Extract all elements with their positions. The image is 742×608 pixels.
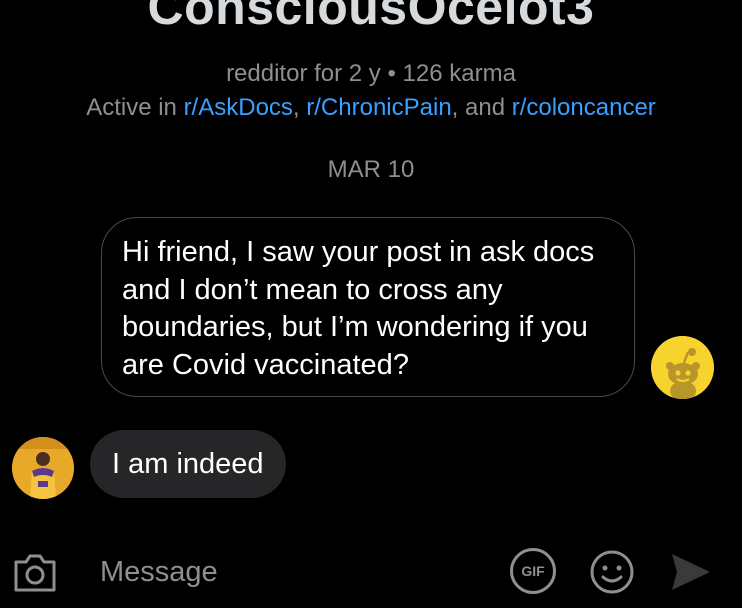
- snoo-avatar-graphic: [651, 336, 714, 399]
- camera-icon[interactable]: [12, 550, 58, 594]
- send-graphic: [672, 554, 710, 590]
- active-communities: Active in r/AskDocs, r/ChronicPain, and …: [0, 94, 742, 122]
- outgoing-message-bubble[interactable]: Hi friend, I saw your post in ask docs a…: [101, 217, 635, 397]
- separator: ,: [292, 94, 307, 121]
- community-link-coloncancer[interactable]: r/coloncancer: [512, 94, 656, 121]
- profile-username[interactable]: ConsciousOcelot3: [0, 0, 742, 36]
- profile-meta: redditor for 2 y • 126 karma: [226, 60, 516, 87]
- emoji-graphic: [590, 550, 634, 594]
- snoo-avatar-icon[interactable]: [651, 336, 714, 399]
- date-divider: MAR 10: [327, 156, 415, 183]
- message-input[interactable]: [100, 552, 480, 592]
- message-composer: GIF: [0, 536, 742, 608]
- gif-icon[interactable]: GIF: [510, 548, 556, 594]
- active-prefix: Active in: [86, 94, 184, 121]
- community-link-chronicpain[interactable]: r/ChronicPain: [306, 94, 451, 121]
- user-avatar-graphic: [12, 437, 74, 499]
- and-separator: , and: [451, 94, 512, 121]
- camera-graphic: [14, 554, 56, 592]
- incoming-message-bubble[interactable]: I am indeed: [90, 430, 286, 498]
- user-avatar[interactable]: [12, 437, 74, 499]
- send-icon[interactable]: [668, 552, 712, 592]
- emoji-icon[interactable]: [589, 549, 635, 595]
- community-link-askdocs[interactable]: r/AskDocs: [184, 94, 293, 121]
